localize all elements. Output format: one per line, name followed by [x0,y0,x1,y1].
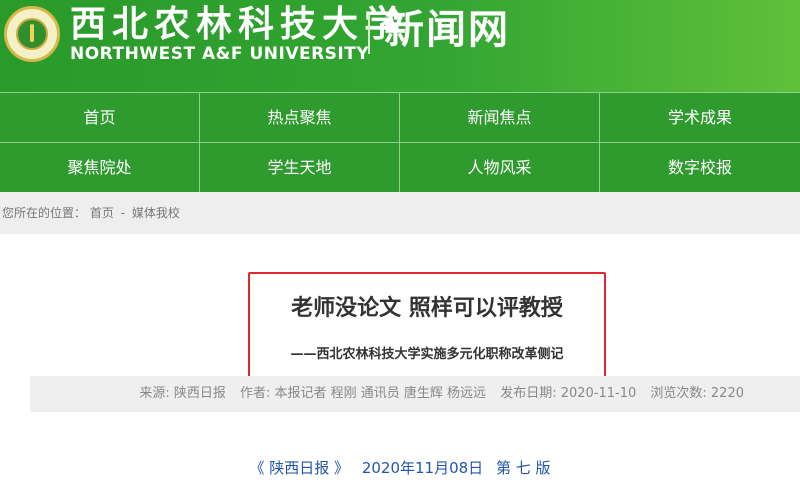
nav-row-2: 聚焦院处 学生天地 人物风采 数字校报 [0,143,800,192]
nav-item-students[interactable]: 学生天地 [200,143,400,192]
nav-item-hot-focus[interactable]: 热点聚焦 [200,93,400,142]
nav-item-people[interactable]: 人物风采 [400,143,600,192]
breadcrumb-prefix: 您所在的位置： [2,206,87,220]
meta-source: 来源: 陕西日报 [139,386,226,401]
paper-page-link[interactable]: 第 七 版 [496,459,551,477]
title-highlight-box: 老师没论文 照样可以评教授 ——西北农林科技大学实施多元化职称改革侧记 [248,272,606,378]
paper-date-link[interactable]: 2020年11月08日 [362,459,483,477]
nav-item-news-focus[interactable]: 新闻焦点 [400,93,600,142]
article-title: 老师没论文 照样可以评教授 [291,296,563,321]
article: 老师没论文 照样可以评教授 ——西北农林科技大学实施多元化职称改革侧记 来源: … [0,234,800,495]
header-divider [368,14,370,54]
main-navigation: 首页 热点聚焦 新闻焦点 学术成果 聚焦院处 学生天地 人物风采 数字校报 [0,92,800,192]
article-subtitle: ——西北农林科技大学实施多元化职称改革侧记 [290,347,564,362]
nav-row-1: 首页 热点聚焦 新闻焦点 学术成果 [0,93,800,142]
breadcrumb-current[interactable]: 媒体我校 [132,206,180,220]
university-english-name: NORTHWEST A&F UNIVERSITY [70,44,370,64]
site-name[interactable]: 新闻网 [384,6,510,54]
breadcrumb-home[interactable]: 首页 [90,206,114,220]
newspaper-reference: 《 陕西日报 》 2020年11月08日 第 七 版 [0,456,800,480]
university-logo-icon[interactable] [4,6,60,62]
meta-date: 发布日期: 2020-11-10 [500,386,637,401]
nav-item-digital-paper[interactable]: 数字校报 [600,143,800,192]
meta-author: 作者: 本报记者 程刚 通讯员 唐生辉 杨远远 [240,386,487,401]
nav-item-academic[interactable]: 学术成果 [600,93,800,142]
university-chinese-name: 西北农林科技大学 [70,3,407,45]
paper-name-link[interactable]: 《 陕西日报 》 [249,459,349,477]
breadcrumb-separator: - [120,206,126,220]
logo-emblem [16,18,48,50]
site-header: 西北农林科技大学 NORTHWEST A&F UNIVERSITY 新闻网 [0,0,800,92]
nav-item-departments[interactable]: 聚焦院处 [0,143,200,192]
breadcrumb: 您所在的位置： 首页 - 媒体我校 [0,192,800,234]
article-meta: 来源: 陕西日报 作者: 本报记者 程刚 通讯员 唐生辉 杨远远 发布日期: 2… [30,376,800,412]
nav-item-home[interactable]: 首页 [0,93,200,142]
meta-views: 浏览次数: 2220 [650,386,744,401]
